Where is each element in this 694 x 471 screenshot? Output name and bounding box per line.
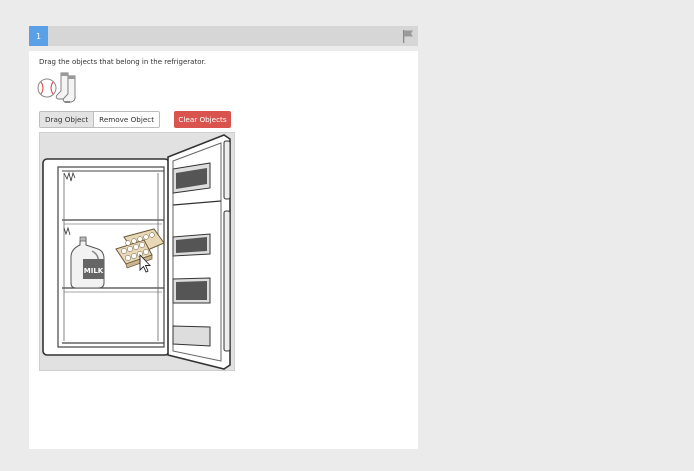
socks-icon[interactable] <box>55 72 76 103</box>
question-panel: Drag the objects that belong in the refr… <box>29 51 418 449</box>
flag-icon[interactable] <box>402 29 414 43</box>
refrigerator-stage[interactable]: MILK <box>39 132 235 371</box>
step-badge[interactable]: 1 <box>29 26 48 46</box>
question-prompt: Drag the objects that belong in the refr… <box>39 58 206 66</box>
baseball-icon[interactable] <box>37 78 57 98</box>
remove-object-button[interactable]: Remove Object <box>94 112 159 127</box>
milk-label: MILK <box>84 267 104 275</box>
clear-objects-button[interactable]: Clear Objects <box>174 111 231 128</box>
drag-object-button[interactable]: Drag Object <box>40 112 95 127</box>
tool-toggle: Drag Object Remove Object <box>39 111 161 128</box>
progress-bar: 1 <box>29 26 418 46</box>
object-palette <box>37 72 76 103</box>
